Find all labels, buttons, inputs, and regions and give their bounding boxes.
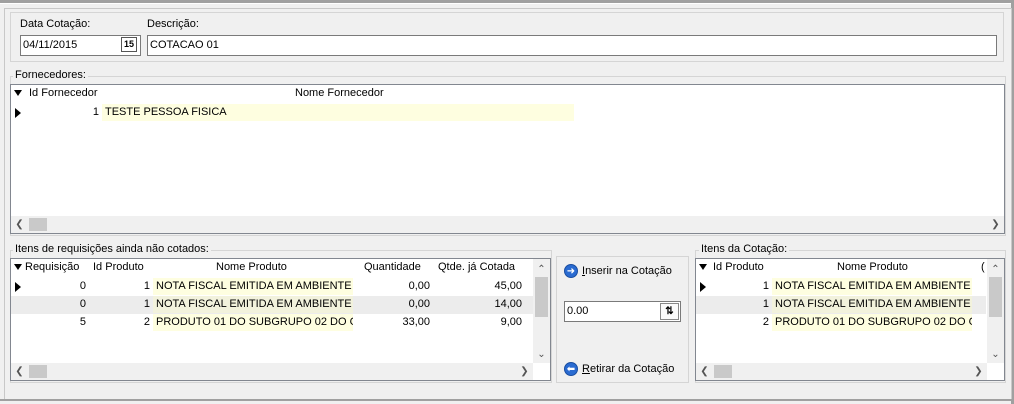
cell-id-produto: 1 bbox=[762, 298, 769, 310]
scroll-left-icon[interactable]: ❮ bbox=[11, 363, 28, 380]
cell-qtde-cotada: 14,00 bbox=[494, 298, 522, 310]
arrow-right-icon: ➜ bbox=[564, 264, 578, 278]
retirar-cotacao-button[interactable]: ⬅ Retirar da Cotação bbox=[564, 362, 674, 376]
column-header-nome-fornecedor[interactable]: Nome Fornecedor bbox=[295, 85, 384, 102]
cell-requisicao: 0 bbox=[79, 280, 86, 292]
column-header-truncated[interactable]: ( bbox=[981, 259, 985, 276]
row-pointer-icon bbox=[15, 108, 21, 118]
scrollbar-thumb[interactable] bbox=[535, 277, 548, 317]
table-row[interactable]: 1 NOTA FISCAL EMITIDA EM AMBIENTE DE bbox=[696, 296, 986, 314]
date-label: Data Cotação: bbox=[20, 18, 91, 30]
vertical-scrollbar[interactable]: ⌃ ⌄ bbox=[533, 259, 550, 363]
table-row[interactable]: 2 PRODUTO 01 DO SUBGRUPO 02 DO GRUI bbox=[696, 314, 986, 332]
calculator-icon[interactable]: ⇅ bbox=[660, 303, 679, 320]
cell-requisicao: 5 bbox=[79, 316, 86, 328]
column-header-qtde-cotada[interactable]: Qtde. já Cotada bbox=[438, 259, 515, 276]
arrow-left-icon: ⬅ bbox=[564, 362, 578, 376]
cell-nome-produto: PRODUTO 01 DO SUBGRUPO 02 DO GRUI bbox=[772, 314, 972, 331]
column-header-id-produto[interactable]: Id Produto bbox=[713, 259, 764, 276]
cell-nome-produto: NOTA FISCAL EMITIDA EM AMBIENTE DE bbox=[153, 296, 353, 313]
window-bottom-border bbox=[0, 399, 1014, 401]
cell-nome-produto: NOTA FISCAL EMITIDA EM AMBIENTE DE bbox=[772, 278, 972, 295]
scroll-down-icon[interactable]: ⌄ bbox=[533, 346, 550, 363]
table-row[interactable]: 0 1 NOTA FISCAL EMITIDA EM AMBIENTE DE 0… bbox=[11, 278, 535, 296]
cell-id-produto: 2 bbox=[762, 316, 769, 328]
cell-requisicao: 0 bbox=[79, 298, 86, 310]
cell-quantidade: 0,00 bbox=[408, 298, 430, 310]
row-pointer-icon bbox=[700, 282, 706, 292]
column-header-id-produto[interactable]: Id Produto bbox=[93, 259, 144, 276]
table-row[interactable]: 0 1 NOTA FISCAL EMITIDA EM AMBIENTE DE 0… bbox=[11, 296, 535, 314]
scrollbar-thumb[interactable] bbox=[714, 365, 732, 378]
requisicoes-label: Itens de requisições ainda não cotados: bbox=[13, 243, 211, 255]
requisicoes-grid[interactable]: Requisição Id Produto Nome Produto Quant… bbox=[10, 258, 551, 381]
cell-id-produto: 2 bbox=[143, 316, 150, 328]
scroll-left-icon[interactable]: ❮ bbox=[11, 216, 28, 233]
cotacao-label: Itens da Cotação: bbox=[699, 243, 790, 255]
fornecedores-label: Fornecedores: bbox=[13, 69, 88, 81]
inserir-cotacao-button[interactable]: ➜ Inserir na Cotação bbox=[564, 264, 672, 278]
sort-indicator-icon[interactable] bbox=[14, 85, 26, 102]
column-header-nome-produto[interactable]: Nome Produto bbox=[837, 259, 908, 276]
horizontal-scrollbar[interactable]: ❮ ❯ bbox=[696, 363, 987, 380]
column-header-id-fornecedor[interactable]: Id Fornecedor bbox=[29, 85, 97, 102]
cell-id-produto: 1 bbox=[143, 280, 150, 292]
horizontal-scrollbar[interactable]: ❮ ❯ bbox=[11, 216, 1004, 233]
column-header-quantidade[interactable]: Quantidade bbox=[364, 259, 421, 276]
column-header-nome-produto[interactable]: Nome Produto bbox=[216, 259, 287, 276]
vertical-scrollbar[interactable]: ⌃ ⌄ bbox=[987, 259, 1004, 363]
retirar-cotacao-label: Retirar da Cotação bbox=[582, 363, 675, 375]
quantity-value: 0.00 bbox=[567, 305, 589, 317]
row-pointer-icon bbox=[15, 282, 21, 292]
window-top-highlight bbox=[0, 3, 1014, 4]
table-row[interactable]: 1 NOTA FISCAL EMITIDA EM AMBIENTE DE bbox=[696, 278, 986, 296]
cell-id-produto: 1 bbox=[143, 298, 150, 310]
scroll-right-icon[interactable]: ❯ bbox=[970, 363, 987, 380]
cell-id-fornecedor: 1 bbox=[92, 106, 99, 118]
fornecedores-grid[interactable]: Id Fornecedor Nome Fornecedor 1 TESTE PE… bbox=[10, 84, 1005, 234]
scrollbar-thumb[interactable] bbox=[29, 218, 47, 231]
scroll-up-icon[interactable]: ⌃ bbox=[533, 261, 550, 278]
table-row[interactable]: 1 TESTE PESSOA FISICA bbox=[11, 104, 576, 122]
scroll-down-icon[interactable]: ⌄ bbox=[987, 346, 1004, 363]
date-value: 04/11/2015 bbox=[23, 39, 78, 51]
horizontal-scrollbar[interactable]: ❮ ❯ bbox=[11, 363, 533, 380]
cotacao-grid[interactable]: Id Produto Nome Produto ( 1 NOTA FISCAL … bbox=[695, 258, 1005, 381]
table-row[interactable]: 5 2 PRODUTO 01 DO SUBGRUPO 02 DO GRUI 33… bbox=[11, 314, 535, 332]
scrollbar-thumb[interactable] bbox=[29, 365, 47, 378]
calendar-glyph: 15 bbox=[123, 39, 134, 49]
calendar-icon[interactable]: 15 bbox=[121, 37, 137, 52]
description-field[interactable]: COTACAO 01 bbox=[147, 35, 997, 56]
scrollbar-thumb[interactable] bbox=[989, 277, 1002, 317]
cell-nome-produto: NOTA FISCAL EMITIDA EM AMBIENTE DE bbox=[772, 296, 972, 313]
cell-quantidade: 33,00 bbox=[402, 316, 430, 328]
cell-id-produto: 1 bbox=[762, 280, 769, 292]
cell-quantidade: 0,00 bbox=[408, 280, 430, 292]
sort-indicator-icon[interactable] bbox=[699, 259, 711, 276]
description-value: COTACAO 01 bbox=[150, 39, 219, 51]
scroll-up-icon[interactable]: ⌃ bbox=[987, 261, 1004, 278]
cell-nome-produto: NOTA FISCAL EMITIDA EM AMBIENTE DE bbox=[153, 278, 353, 295]
description-label: Descrição: bbox=[147, 18, 199, 30]
cell-qtde-cotada: 9,00 bbox=[500, 316, 522, 328]
inserir-cotacao-label: Inserir na Cotação bbox=[582, 265, 672, 277]
scroll-left-icon[interactable]: ❮ bbox=[696, 363, 713, 380]
scroll-right-icon[interactable]: ❯ bbox=[516, 363, 533, 380]
cell-nome-produto: PRODUTO 01 DO SUBGRUPO 02 DO GRUI bbox=[153, 314, 353, 331]
column-header-requisicao[interactable]: Requisição bbox=[25, 259, 79, 276]
scroll-right-icon[interactable]: ❯ bbox=[987, 216, 1004, 233]
cell-nome-fornecedor: TESTE PESSOA FISICA bbox=[102, 104, 574, 121]
cell-qtde-cotada: 45,00 bbox=[494, 280, 522, 292]
